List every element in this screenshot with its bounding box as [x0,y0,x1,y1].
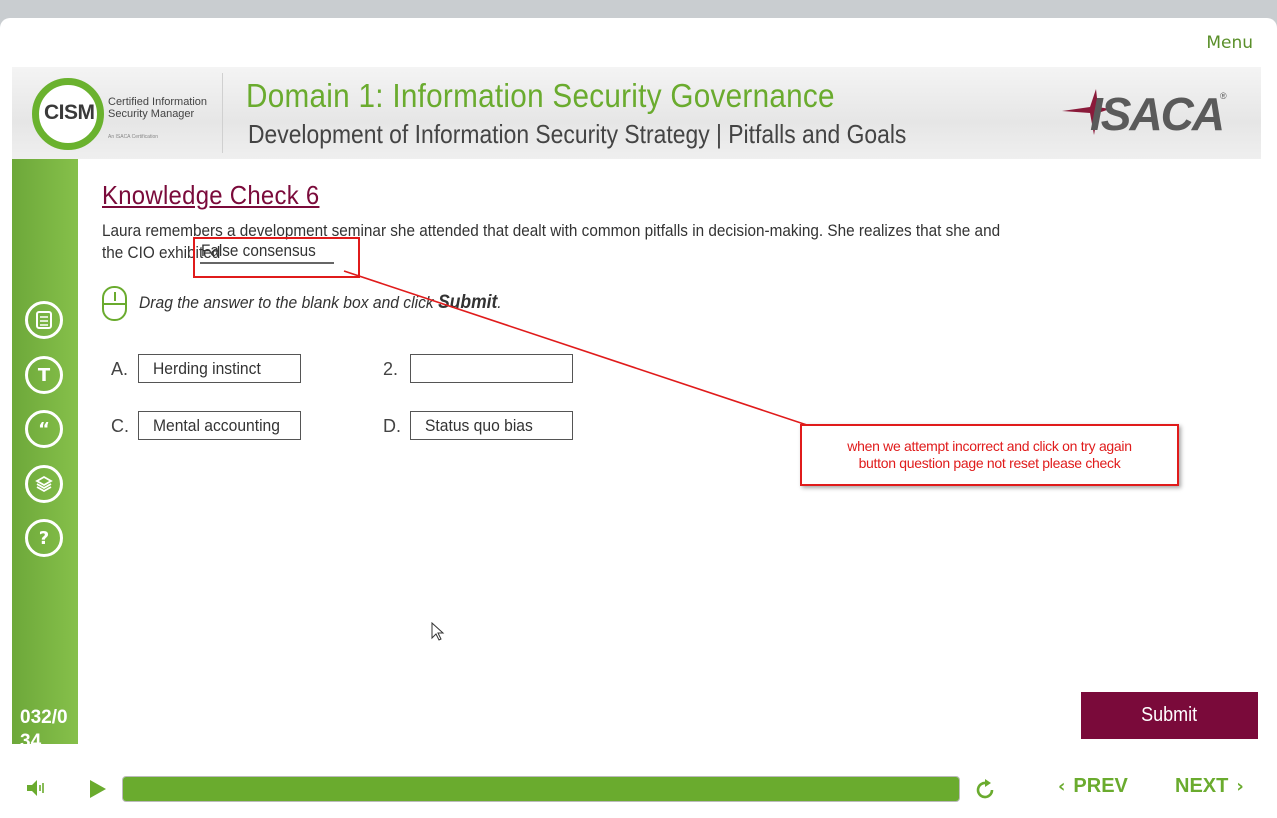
isaca-registered-mark: ® [1220,91,1227,101]
menu-link[interactable]: Menu [1206,33,1253,53]
cism-logo-text: Certified Information Security Manager [108,96,207,120]
notes-icon[interactable] [25,301,63,339]
option-a-draggable[interactable]: Herding instinct [138,354,301,383]
topic-subtitle: Development of Information Security Stra… [248,119,907,149]
banner-divider [222,73,223,153]
chevron-left-icon: ‹ [1058,776,1066,797]
sidebar: T “ ? 032/034 [12,159,78,744]
option-c-label: Mental accounting [153,416,280,435]
submit-button[interactable]: Submit [1081,692,1258,739]
knowledge-check-title: Knowledge Check 6 [102,180,320,210]
isaca-logo-word: ISACA [1090,88,1225,140]
review-comment-box: when we attempt incorrect and click on t… [800,424,1179,486]
cism-logo-line2: Security Manager [108,108,195,120]
replay-icon[interactable] [973,778,997,802]
option-2-empty-slot[interactable] [410,354,573,383]
page-counter: 032/034 [20,707,68,744]
review-comment-line1: when we attempt incorrect and click on t… [847,438,1132,454]
option-d-label: Status quo bias [425,416,533,435]
option-c-letter: C. [111,416,129,436]
next-button[interactable]: NEXT › [1175,775,1244,798]
option-a-letter: A. [111,359,129,379]
option-d-letter: D. [383,416,401,436]
instruction-bold: Submit [438,292,498,313]
cism-logo-line1: Certified Information [108,96,208,108]
cism-logo-word: CISM [44,101,95,124]
instruction-text: Drag the answer to the blank box and cli… [139,292,502,314]
instruction-end: . [497,293,502,312]
volume-icon[interactable] [26,779,48,797]
prev-button[interactable]: ‹ PREV [1058,775,1128,798]
isaca-logo: ISACA ® [1052,85,1232,140]
mouse-cursor-icon [431,622,445,641]
option-d-draggable[interactable]: Status quo bias [410,411,573,440]
cism-logo-tagline: An ISACA Certification [108,134,159,140]
play-icon[interactable] [90,780,106,798]
progress-fill [123,777,959,801]
resources-icon[interactable] [25,465,63,503]
prev-label: PREV [1073,775,1128,797]
option-2-letter: 2. [383,359,399,379]
option-a-label: Herding instinct [153,359,261,378]
transcript-icon[interactable]: T [25,356,63,394]
submit-label: Submit [1141,704,1198,726]
quote-icon[interactable]: “ [25,410,63,448]
help-icon[interactable]: ? [25,519,63,557]
mouse-icon [102,286,127,321]
course-banner: CISM Certified Information Security Mana… [12,67,1261,159]
annotation-highlight-box [193,237,360,278]
domain-title: Domain 1: Information Security Governanc… [246,77,835,114]
chevron-right-icon: › [1236,776,1244,797]
instruction-main: Drag the answer to the blank box and cli… [139,293,434,312]
next-label: NEXT [1175,775,1229,797]
review-comment-line2: button question page not reset please ch… [858,455,1121,471]
cism-logo: CISM Certified Information Security Mana… [30,76,210,152]
progress-bar[interactable] [122,776,960,802]
option-c-draggable[interactable]: Mental accounting [138,411,301,440]
